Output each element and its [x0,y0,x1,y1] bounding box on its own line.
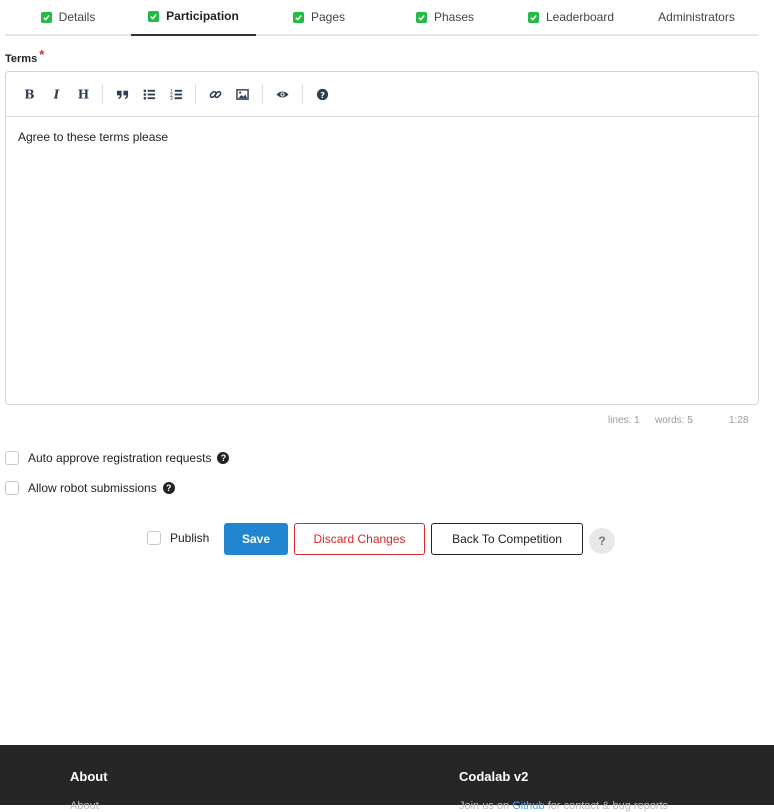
publish-option: Publish [147,531,209,545]
auto-approve-option: Auto approve registration requests ? [5,451,230,465]
terms-label-text: Terms [5,53,38,65]
required-mark: * [39,47,45,62]
svg-text:B: B [24,88,34,101]
allow-robot-option: Allow robot submissions ? [5,481,175,495]
tab-label: Phases [433,10,475,24]
tab-participation[interactable]: Participation [131,0,256,36]
editor-toolbar: B I H 123 ? [6,72,758,117]
ordered-list-icon[interactable]: 123 [165,83,187,105]
terms-editor-content[interactable]: Agree to these terms please [18,130,168,144]
tab-leaderboard[interactable]: Leaderboard [508,0,634,34]
toolbar-separator [262,84,263,104]
toolbar-separator [102,84,103,104]
svg-text:I: I [52,88,59,101]
heading-icon[interactable]: H [72,83,94,105]
footer-text-suffix: for contact & bug reports [547,800,669,812]
tab-details[interactable]: Details [5,0,131,34]
footer-codalab-heading: Codalab v2 [459,769,529,784]
unordered-list-icon[interactable] [138,83,160,105]
image-icon[interactable] [231,83,253,105]
check-icon [527,11,539,23]
toolbar-separator [195,84,196,104]
tab-label: Administrators [658,10,735,24]
footer: About About Codalab v2 Join us on Github… [0,745,774,812]
status-words: words: 5 [655,415,693,426]
terms-editor[interactable]: B I H 123 ? Agree to these terms please [5,71,759,405]
check-icon [40,11,52,23]
check-icon [148,10,160,22]
back-to-competition-button[interactable]: Back To Competition [431,523,583,555]
status-lines: lines: 1 [608,415,640,426]
footer-about-heading: About [70,769,108,784]
footer-about-link[interactable]: About [70,800,99,812]
svg-text:H: H [77,88,88,101]
auto-approve-label: Auto approve registration requests [28,451,212,465]
footer-text-prefix: Join us on [459,800,510,812]
bold-icon[interactable]: B [18,83,40,105]
italic-icon[interactable]: I [45,83,67,105]
publish-checkbox[interactable] [147,531,161,545]
help-button[interactable]: ? [589,528,615,554]
check-icon [415,11,427,23]
link-icon[interactable] [204,83,226,105]
guide-icon[interactable]: ? [311,83,333,105]
svg-text:?: ? [320,89,325,99]
check-icon [292,11,304,23]
auto-approve-checkbox[interactable] [5,451,19,465]
wizard-tabs: Details Participation Pages Phases Leade… [5,0,759,36]
tab-phases[interactable]: Phases [382,0,508,34]
toolbar-separator [302,84,303,104]
discard-changes-button[interactable]: Discard Changes [294,523,425,555]
tab-label: Leaderboard [545,10,615,24]
tab-label: Pages [310,10,346,24]
terms-label: Terms * [5,47,45,65]
github-link[interactable]: Github [512,800,544,812]
help-icon[interactable]: ? [217,452,230,464]
tab-administrators[interactable]: Administrators [634,0,759,34]
allow-robot-checkbox[interactable] [5,481,19,495]
svg-text:3: 3 [170,96,173,101]
allow-robot-label: Allow robot submissions [28,481,157,495]
publish-label: Publish [170,531,210,545]
preview-icon[interactable] [271,83,293,105]
quote-icon[interactable] [111,83,133,105]
tab-label: Participation [166,9,239,23]
help-icon[interactable]: ? [162,482,175,494]
tab-label: Details [58,10,96,24]
tab-pages[interactable]: Pages [256,0,382,34]
save-button[interactable]: Save [224,523,288,555]
status-cursor: 1:28 [729,415,749,426]
footer-codalab-text: Join us on Github for contact & bug repo… [459,800,668,812]
